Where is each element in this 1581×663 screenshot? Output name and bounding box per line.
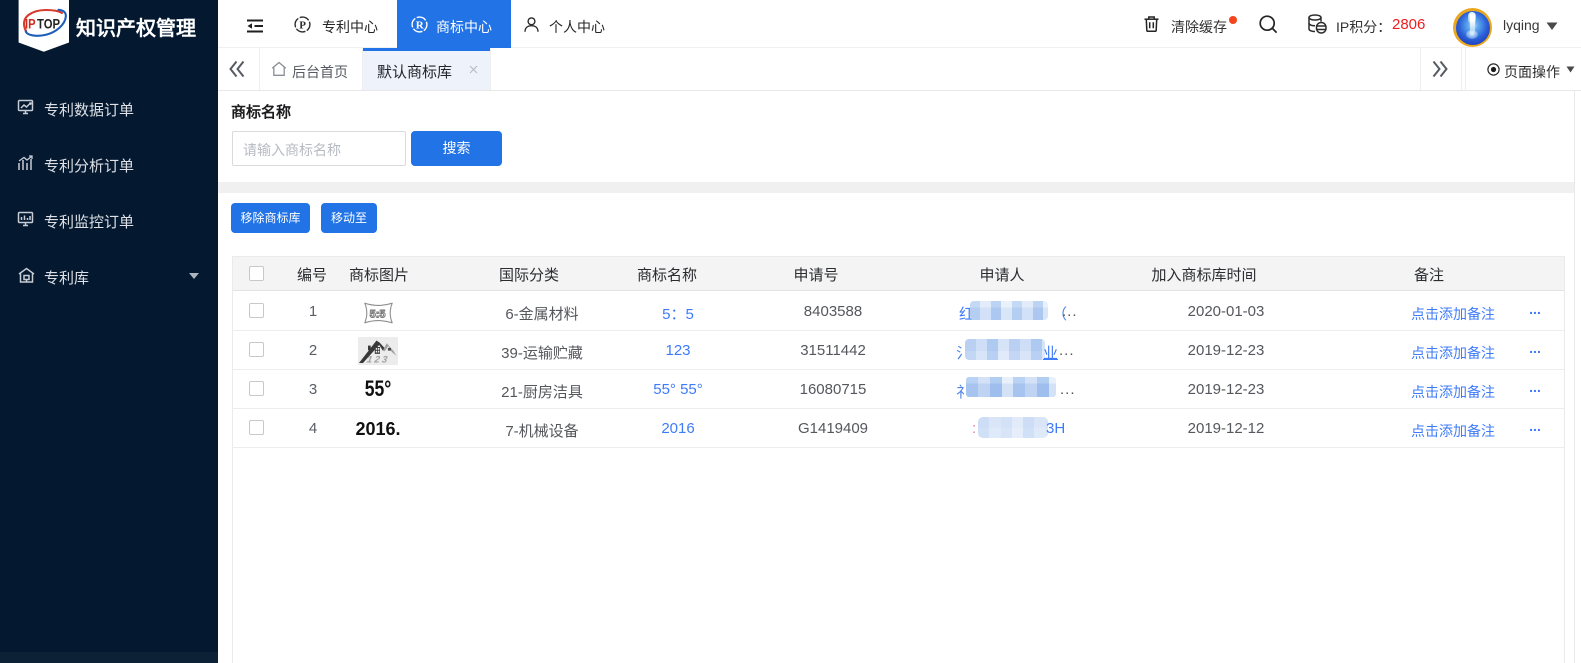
svg-text:P: P (299, 20, 306, 32)
svg-text:IP: IP (25, 16, 36, 31)
svg-text:R: R (416, 20, 425, 32)
svg-text:TOP: TOP (37, 16, 60, 31)
svg-text:123: 123 (366, 355, 390, 365)
svg-text:5:5: 5:5 (370, 308, 386, 320)
